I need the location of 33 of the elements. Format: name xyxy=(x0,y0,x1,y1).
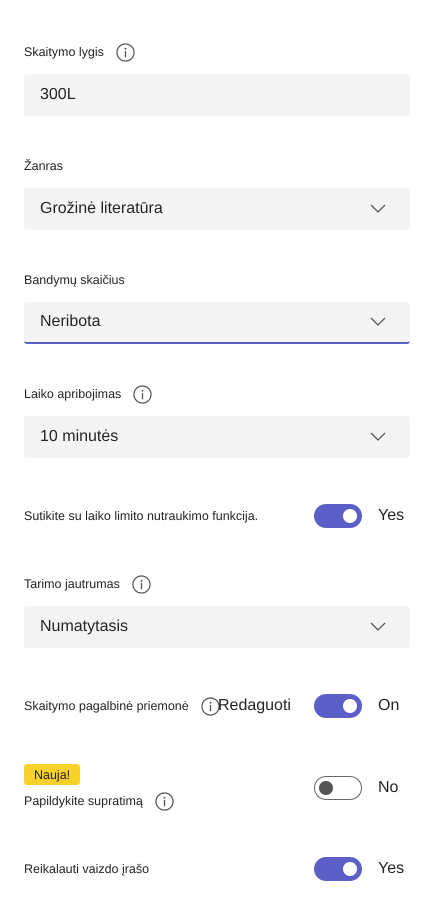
new-badge: Nauja! xyxy=(24,764,80,785)
field-label: Bandymų skaičius xyxy=(24,273,125,287)
field-label: Skaitymo pagalbinė priemonė xyxy=(24,699,189,713)
chevron-down-icon xyxy=(370,432,386,442)
field-label: Laiko apribojimas xyxy=(24,387,122,401)
toggle-state: On xyxy=(378,697,400,715)
chevron-down-icon xyxy=(370,204,386,214)
field-label: Reikalauti vaizdo įrašo xyxy=(24,862,150,876)
toggle-state: Yes xyxy=(378,860,406,878)
dropdown[interactable]: Grožinė literatūra xyxy=(24,188,410,230)
info-icon[interactable] xyxy=(154,792,174,810)
toggle-switch[interactable] xyxy=(314,504,362,528)
toggle-switch[interactable] xyxy=(314,776,362,800)
dropdown[interactable]: Neribota xyxy=(24,302,410,344)
dropdown[interactable]: 10 minutės xyxy=(24,416,410,458)
field-label: Žanras xyxy=(24,159,63,173)
edit-link[interactable]: Redaguoti xyxy=(218,697,314,715)
toggle-switch[interactable] xyxy=(314,857,362,881)
chevron-down-icon xyxy=(370,317,386,327)
field-label: Sutikite su laiko limito nutraukimo funkcija. xyxy=(24,509,258,523)
info-icon[interactable] xyxy=(133,384,152,404)
field-label: Skaitymo lygis xyxy=(24,45,104,59)
info-icon[interactable] xyxy=(132,574,151,594)
toggle-state: Yes xyxy=(378,507,406,525)
input-field[interactable]: 300L xyxy=(24,74,410,116)
toggle-state: No xyxy=(378,778,400,796)
chevron-down-icon xyxy=(370,622,386,632)
field-label: Papildykite supratimą xyxy=(24,794,143,808)
field-label: Tarimo jautrumas xyxy=(24,577,120,591)
dropdown[interactable]: Numatytasis xyxy=(24,606,410,648)
toggle-switch[interactable] xyxy=(314,694,362,718)
info-icon[interactable] xyxy=(116,42,135,62)
info-icon[interactable] xyxy=(200,696,220,716)
